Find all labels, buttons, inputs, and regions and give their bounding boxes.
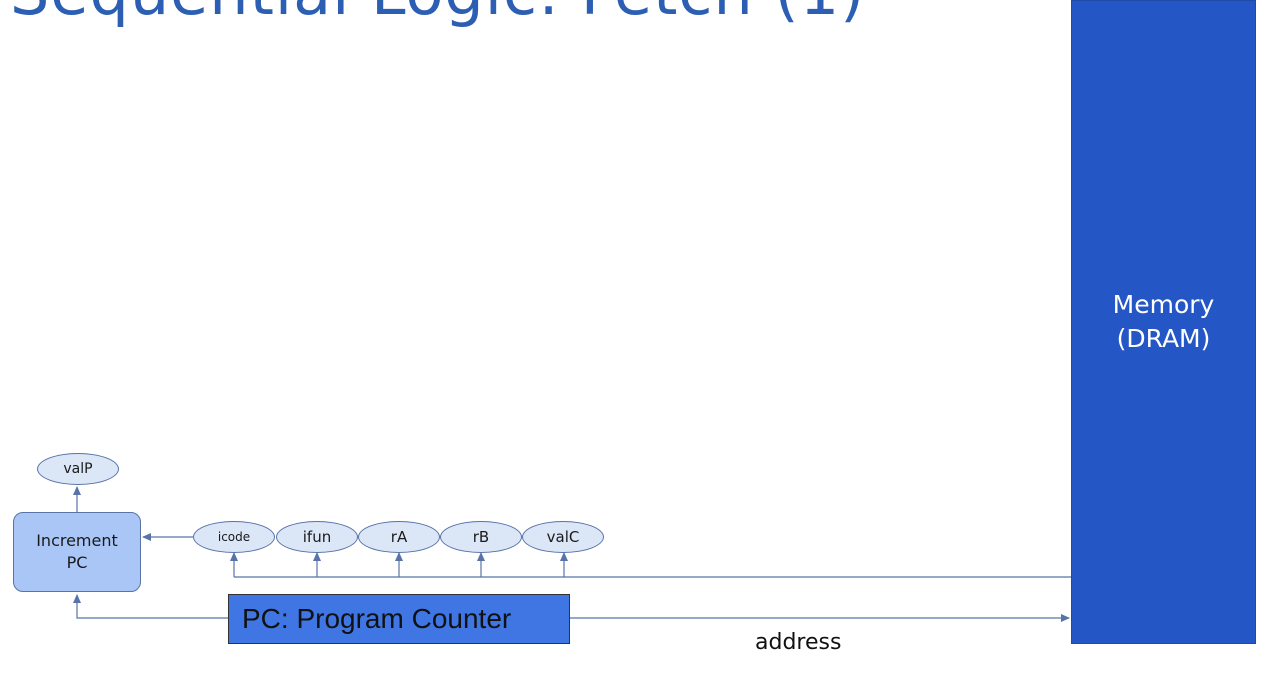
oval-rb: rB [440,521,522,553]
oval-ra: rA [358,521,440,553]
increment-pc-block: Increment PC [13,512,141,592]
oval-valp: valP [37,453,119,485]
valp-label: valP [63,461,93,477]
program-counter-label: PC: Program Counter [242,603,512,634]
oval-icode: icode [193,521,275,553]
oval-ifun: ifun [276,521,358,553]
program-counter-register: PC: Program Counter [228,594,570,644]
ifun-label: ifun [302,528,332,546]
address-wire-label: address [755,630,842,655]
pc-to-increment [73,594,228,619]
oval-valc: valC [522,521,604,553]
increment-pc-label: Increment PC [36,530,118,572]
memory-dram-block: Memory (DRAM) [1071,0,1256,644]
valc-label: valC [546,528,580,546]
ra-label: rA [390,528,408,546]
memory-label: Memory (DRAM) [1112,290,1215,353]
icode-label: icode [217,530,251,544]
rb-label: rB [472,528,490,546]
